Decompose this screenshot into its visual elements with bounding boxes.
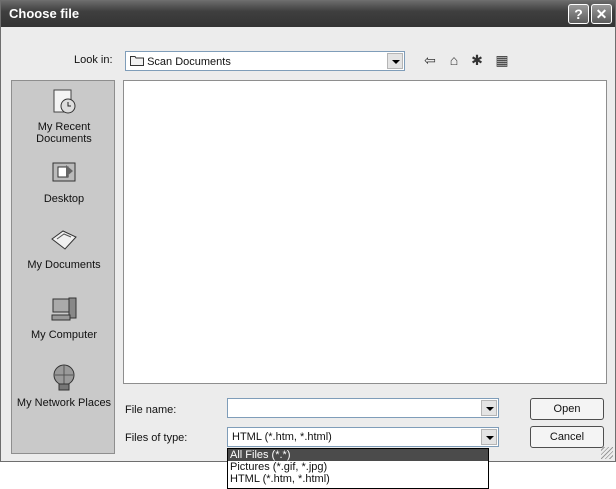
dialog-title: Choose file — [9, 6, 80, 21]
chevron-down-icon[interactable] — [481, 429, 497, 445]
place-label: My Computer — [30, 329, 98, 341]
my-documents-icon — [51, 230, 77, 250]
file-type-select[interactable]: HTML (*.htm, *.html) — [227, 427, 499, 447]
places-bar: My Recent Documents Desktop My Documents — [11, 80, 115, 454]
place-my-recent-documents[interactable]: My Recent Documents — [12, 87, 116, 145]
open-button[interactable]: Open — [530, 398, 604, 420]
file-type-dropdown-list: All Files (*.*) Pictures (*.gif, *.jpg) … — [227, 448, 489, 489]
look-in-dropdown[interactable]: Scan Documents — [125, 51, 405, 71]
views-menu-icon[interactable]: ▦ — [493, 52, 511, 69]
place-my-computer[interactable]: My Computer — [12, 295, 116, 341]
file-list-view[interactable] — [123, 80, 607, 384]
place-desktop[interactable]: Desktop — [12, 159, 116, 205]
file-name-label: File name: — [125, 404, 177, 416]
help-button[interactable]: ? — [568, 4, 589, 24]
network-places-icon — [53, 364, 75, 391]
place-label: My Network Places — [16, 397, 112, 409]
look-in-label: Look in: — [74, 54, 113, 66]
close-button[interactable]: ✕ — [591, 4, 612, 24]
place-label: My Recent Documents — [36, 121, 92, 145]
files-of-type-label: Files of type: — [125, 432, 188, 444]
file-type-value: HTML (*.htm, *.html) — [232, 431, 332, 443]
chevron-down-icon[interactable] — [481, 400, 497, 416]
my-computer-icon — [51, 297, 77, 321]
file-name-input[interactable] — [227, 398, 499, 418]
up-folder-icon[interactable]: ⌂ — [445, 52, 463, 68]
cancel-button[interactable]: Cancel — [530, 426, 604, 448]
resize-grip[interactable] — [601, 447, 613, 459]
place-label: My Documents — [27, 259, 101, 271]
place-label: Desktop — [43, 193, 85, 205]
recent-documents-icon — [53, 89, 76, 114]
place-my-network-places[interactable]: My Network Places — [12, 363, 116, 409]
title-bar[interactable]: Choose file ? ✕ — [1, 1, 615, 27]
file-type-option[interactable]: All Files (*.*) — [228, 449, 488, 461]
look-in-value: Scan Documents — [147, 56, 231, 68]
file-type-option[interactable]: HTML (*.htm, *.html) — [228, 473, 488, 485]
desktop-icon — [52, 162, 76, 182]
place-my-documents[interactable]: My Documents — [12, 225, 116, 271]
back-icon[interactable]: ⇦ — [421, 52, 439, 69]
new-folder-icon[interactable]: ✱ — [468, 52, 486, 69]
chevron-down-icon[interactable] — [387, 53, 403, 69]
file-type-option[interactable]: Pictures (*.gif, *.jpg) — [228, 461, 488, 473]
choose-file-dialog: Choose file ? ✕ Look in: Scan Documents … — [0, 0, 616, 462]
folder-icon — [130, 56, 144, 66]
